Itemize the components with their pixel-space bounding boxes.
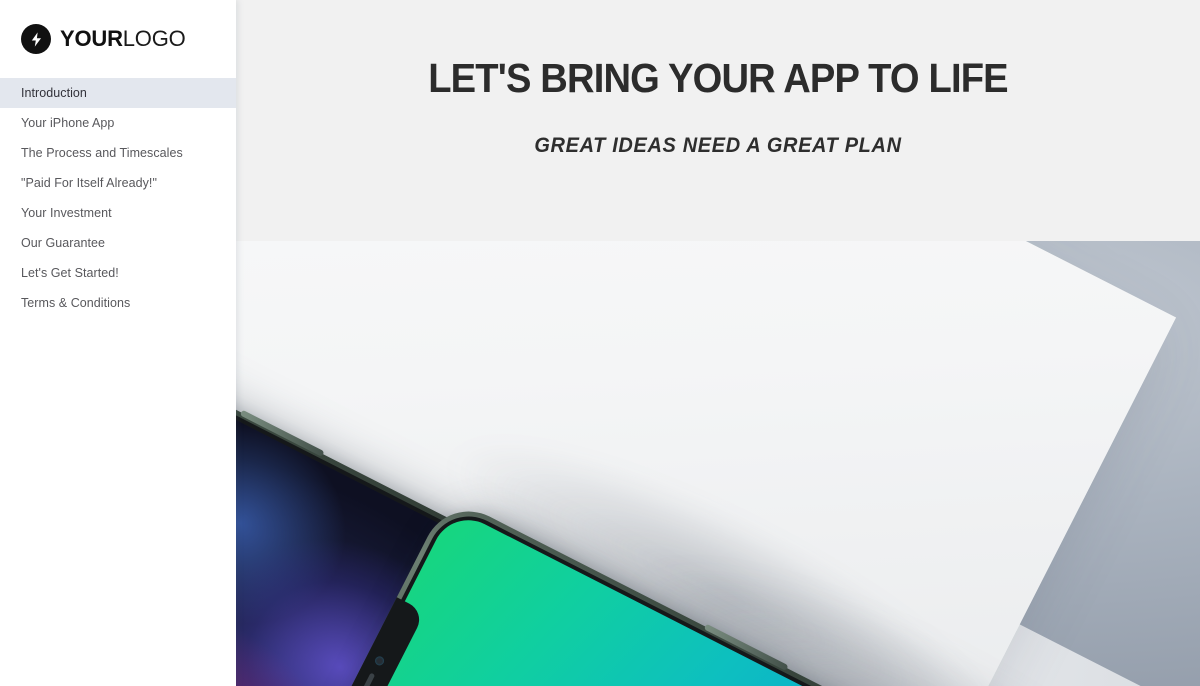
- brand-name-light: LOGO: [122, 26, 186, 51]
- lightning-bolt-icon: [21, 24, 51, 54]
- brand-name: YOURLOGO: [60, 28, 186, 50]
- sidebar-item-introduction[interactable]: Introduction: [0, 78, 236, 108]
- sidebar-nav: Introduction Your iPhone App The Process…: [0, 78, 236, 318]
- sidebar-item-lets-get-started[interactable]: Let's Get Started!: [0, 258, 236, 288]
- sidebar-item-paid-for-itself-already[interactable]: "Paid For Itself Already!": [0, 168, 236, 198]
- sidebar: YOURLOGO Introduction Your iPhone App Th…: [0, 0, 236, 686]
- sidebar-item-the-process-and-timescales[interactable]: The Process and Timescales: [0, 138, 236, 168]
- sidebar-item-your-investment[interactable]: Your Investment: [0, 198, 236, 228]
- brand-logo[interactable]: YOURLOGO: [0, 0, 236, 78]
- page-subtitle: GREAT IDEAS NEED A GREAT PLAN: [534, 134, 902, 157]
- header-band: [236, 0, 1200, 241]
- page-title: LET'S BRING YOUR APP TO LIFE: [428, 55, 1008, 101]
- brand-name-bold: YOUR: [60, 26, 123, 51]
- page-root: YOURLOGO Introduction Your iPhone App Th…: [0, 0, 1200, 686]
- sidebar-item-terms-and-conditions[interactable]: Terms & Conditions: [0, 288, 236, 318]
- hero-image: [236, 241, 1200, 686]
- sidebar-item-our-guarantee[interactable]: Our Guarantee: [0, 228, 236, 258]
- main-content: LET'S BRING YOUR APP TO LIFE GREAT IDEAS…: [236, 0, 1200, 686]
- sidebar-item-your-iphone-app[interactable]: Your iPhone App: [0, 108, 236, 138]
